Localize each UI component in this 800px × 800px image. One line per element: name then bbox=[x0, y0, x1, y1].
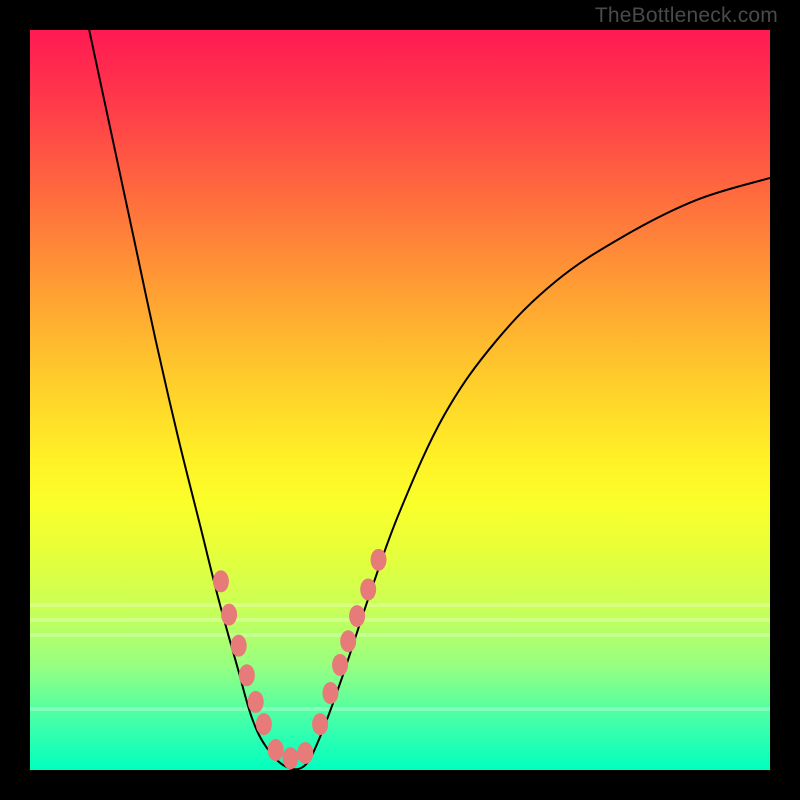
marker-left bbox=[239, 664, 255, 686]
marker-right bbox=[360, 578, 376, 600]
marker-right bbox=[371, 549, 387, 571]
marker-right bbox=[340, 630, 356, 652]
marker-left bbox=[213, 570, 229, 592]
chart-frame: TheBottleneck.com bbox=[0, 0, 800, 800]
marker-right bbox=[322, 682, 338, 704]
marker-left bbox=[256, 713, 272, 735]
plot-area bbox=[30, 30, 770, 770]
marker-right bbox=[332, 654, 348, 676]
marker-left bbox=[231, 635, 247, 657]
marker-bottom bbox=[297, 742, 313, 764]
watermark-text: TheBottleneck.com bbox=[595, 4, 778, 28]
marker-bottom bbox=[282, 747, 298, 769]
marker-right bbox=[312, 713, 328, 735]
v-curve bbox=[89, 30, 770, 769]
marker-bottom bbox=[268, 739, 284, 761]
curve-svg bbox=[30, 30, 770, 770]
marker-left bbox=[248, 691, 264, 713]
marker-right bbox=[349, 605, 365, 627]
marker-left bbox=[221, 604, 237, 626]
